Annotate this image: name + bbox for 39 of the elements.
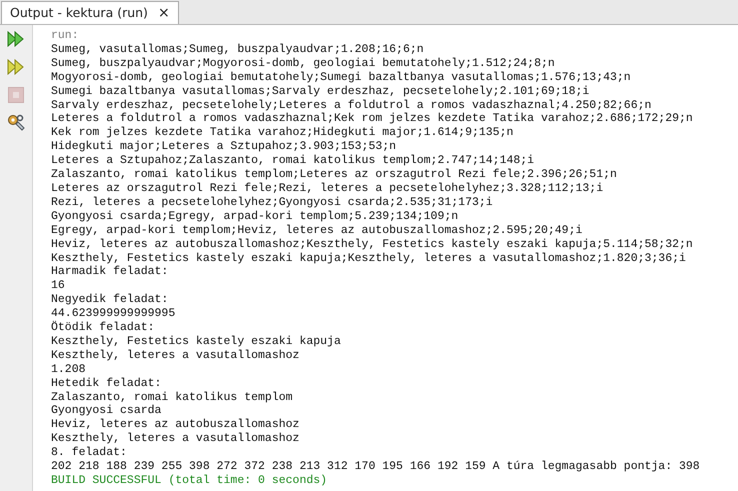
output-line: Rezi, leteres a pecsetelohelyhez;Gyongyosi csarda;2.535;31;173;i	[51, 196, 494, 210]
output-line: run:	[51, 29, 80, 43]
output-line: Hetedik feladat:	[51, 376, 162, 391]
output-line: Sumegi bazaltbanya vasutallomas;Sarvaly erdeszhaz, pecsetelohely;2.101;69;18;i	[51, 84, 590, 99]
output-line: Keszthely, leteres a vasutallomashoz	[51, 432, 300, 446]
output-line: Negyedik feladat:	[51, 293, 170, 308]
double-play-icon[interactable]	[7, 31, 25, 47]
output-line: 16	[51, 279, 66, 294]
close-button[interactable]: ×	[158, 6, 170, 20]
output-line: Leteres a foldutrol a romos vadaszhaznal;Kek rom jelzes kezdete Tatika varahoz;2.686;172;29;n	[51, 112, 694, 126]
output-line: 1.208	[51, 362, 87, 377]
output-tab[interactable]: Output - kektura (run) ×	[1, 1, 179, 24]
output-line: Leteres a Sztupahoz;Zalaszanto, romai katolikus templom;2.747;14;148;i	[51, 154, 536, 168]
output-line: Zalaszanto, romai katolikus templom	[51, 390, 294, 404]
output-line: Heviz, leteres az autobuszallomashoz;Keszthely, Festetics kastely eszaki kapuja;5.114;58;32;n	[51, 238, 694, 252]
output-line: BUILD SUCCESSFUL (total time: 0 seconds)	[51, 474, 328, 488]
output-line: Heviz, leteres az autobuszallomashoz	[51, 418, 300, 432]
output-line: Mogyorosi-domb, geologiai bemutatohely;Sumegi bazaltbanya vasutallomas;1.576;13;43;n	[51, 70, 632, 85]
output-line: 202 218 188 239 255 398 272 372 238 213 312 170 195 166 192 159 A túra legmagasabb pontja: 398	[51, 460, 701, 474]
output-line: Keszthely, Festetics kastely eszaki kapuja;Keszthely, leteres a vasutallomashoz;1.820;3;36;i	[51, 252, 687, 266]
output-line: Keszthely, leteres a vasutallomashoz	[51, 348, 300, 363]
output-line: Kek rom jelzes kezdete Tatika varahoz;Hidegkuti major;1.614;9;135;n	[51, 126, 514, 140]
output-line: Sarvaly erdeszhaz, pecsetelohely;Leteres a foldutrol a romos vadaszhaznal;4.250;82;66;n	[51, 98, 652, 112]
output-line: Hidegkuti major;Leteres a Sztupahoz;3.903;153;53;n	[51, 140, 398, 154]
output-line: Gyongyosi csarda	[51, 404, 162, 418]
output-line: Sumeg, vasutallomas;Sumeg, buszpalyaudvar;1.208;16;6;n	[51, 42, 425, 57]
output-line: Gyongyosi csarda;Egregy, arpad-kori templom;5.239;134;109;n	[51, 210, 460, 224]
output-line: 44.623999999999995	[51, 307, 176, 320]
output-line: Zalaszanto, romai katolikus templom;Leteres az orszagutrol Rezi fele;2.396;26;51;n	[51, 168, 618, 182]
output-line: Leteres az orszagutrol Rezi fele;Rezi, leteres a pecsetelohelyhez;3.328;112;13;i	[51, 182, 604, 196]
output-line: Sumeg, buszpalyaudvar;Mogyorosi-domb, geologiai bemutatohely;1.512;24;8;n	[51, 56, 556, 71]
output-line: Harmadik feladat:	[51, 265, 170, 280]
output-line: Ötödik feladat:	[51, 321, 156, 335]
double-play-icon[interactable]	[7, 59, 25, 75]
tab-title: Output - kektura (run)	[10, 4, 148, 22]
output-line: Keszthely, Festetics kastely eszaki kapuja	[51, 334, 342, 349]
output-line: Egregy, arpad-kori templom;Heviz, leteres az autobuszallomashoz;2.595;20;49;i	[51, 224, 584, 238]
settings-icon[interactable]	[7, 114, 25, 132]
output-line: 8. feladat:	[51, 446, 128, 460]
